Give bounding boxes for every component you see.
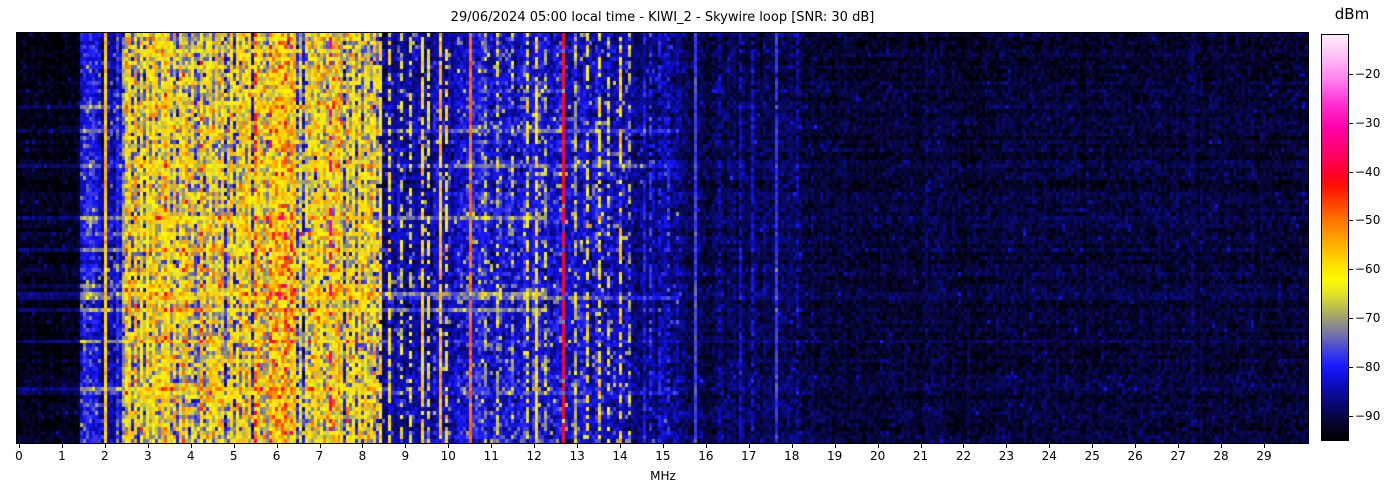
x-tick-mark (577, 444, 578, 448)
x-tick-label: 26 (1113, 449, 1157, 463)
waterfall-plot-area (16, 32, 1309, 444)
x-tick-label: 28 (1199, 449, 1243, 463)
x-tick-label: 23 (984, 449, 1028, 463)
colorbar-tick-label: −90 (1355, 410, 1395, 422)
x-tick-label: 10 (426, 449, 470, 463)
colorbar-tick-label: −50 (1355, 214, 1395, 226)
x-tick-mark (663, 444, 664, 448)
colorbar-tick-mark (1349, 123, 1353, 124)
x-tick-mark (105, 444, 106, 448)
x-tick-mark (1092, 444, 1093, 448)
x-tick-label: 17 (727, 449, 771, 463)
x-tick-mark (362, 444, 363, 448)
x-tick-mark (706, 444, 707, 448)
x-tick-label: 16 (684, 449, 728, 463)
x-tick-label: 20 (856, 449, 900, 463)
colorbar-tick-label: −40 (1355, 166, 1395, 178)
x-tick-label: 18 (770, 449, 814, 463)
x-tick-mark (792, 444, 793, 448)
x-tick-mark (963, 444, 964, 448)
x-tick-mark (448, 444, 449, 448)
colorbar-tick-mark (1349, 220, 1353, 221)
x-tick-mark (1135, 444, 1136, 448)
x-tick-label: 9 (383, 449, 427, 463)
x-axis-label: MHz (633, 469, 693, 483)
colorbar-tick-label: −70 (1355, 312, 1395, 324)
colorbar-unit-label: dBm (1322, 5, 1382, 23)
x-tick-label: 21 (899, 449, 943, 463)
x-tick-label: 29 (1242, 449, 1286, 463)
x-tick-mark (921, 444, 922, 448)
x-tick-mark (878, 444, 879, 448)
x-tick-label: 25 (1070, 449, 1114, 463)
x-tick-mark (1178, 444, 1179, 448)
colorbar-tick-label: −30 (1355, 117, 1395, 129)
x-tick-label: 2 (83, 449, 127, 463)
colorbar-tick-mark (1349, 367, 1353, 368)
x-tick-mark (1049, 444, 1050, 448)
x-tick-mark (1221, 444, 1222, 448)
x-tick-mark (320, 444, 321, 448)
x-tick-mark (62, 444, 63, 448)
colorbar-canvas (1322, 35, 1348, 440)
x-tick-mark (491, 444, 492, 448)
x-tick-label: 15 (641, 449, 685, 463)
colorbar (1321, 34, 1349, 441)
x-tick-label: 8 (340, 449, 384, 463)
x-tick-mark (620, 444, 621, 448)
x-tick-label: 27 (1156, 449, 1200, 463)
x-tick-label: 4 (169, 449, 213, 463)
colorbar-tick-mark (1349, 318, 1353, 319)
x-tick-label: 0 (0, 449, 41, 463)
plot-title: 29/06/2024 05:00 local time - KIWI_2 - S… (17, 8, 1308, 28)
spectrogram-figure: { "chart_data": { "type": "heatmap", "ti… (0, 0, 1400, 500)
x-tick-mark (234, 444, 235, 448)
x-tick-label: 14 (598, 449, 642, 463)
x-tick-mark (1006, 444, 1007, 448)
x-tick-label: 13 (555, 449, 599, 463)
x-tick-label: 1 (40, 449, 84, 463)
x-tick-mark (1264, 444, 1265, 448)
x-tick-mark (19, 444, 20, 448)
x-tick-mark (148, 444, 149, 448)
colorbar-tick-mark (1349, 172, 1353, 173)
x-tick-mark (191, 444, 192, 448)
colorbar-tick-mark (1349, 416, 1353, 417)
x-tick-label: 11 (469, 449, 513, 463)
x-tick-label: 19 (813, 449, 857, 463)
x-tick-mark (405, 444, 406, 448)
x-tick-label: 24 (1027, 449, 1071, 463)
x-tick-label: 6 (255, 449, 299, 463)
x-tick-mark (534, 444, 535, 448)
colorbar-tick-label: −80 (1355, 361, 1395, 373)
colorbar-tick-label: −20 (1355, 68, 1395, 80)
colorbar-tick-mark (1349, 74, 1353, 75)
colorbar-tick-mark (1349, 269, 1353, 270)
x-tick-label: 5 (212, 449, 256, 463)
x-tick-mark (749, 444, 750, 448)
waterfall-canvas (17, 33, 1308, 443)
x-tick-label: 22 (941, 449, 985, 463)
x-tick-label: 12 (512, 449, 556, 463)
x-tick-label: 7 (298, 449, 342, 463)
colorbar-tick-label: −60 (1355, 263, 1395, 275)
x-tick-label: 3 (126, 449, 170, 463)
x-tick-mark (277, 444, 278, 448)
x-tick-mark (835, 444, 836, 448)
